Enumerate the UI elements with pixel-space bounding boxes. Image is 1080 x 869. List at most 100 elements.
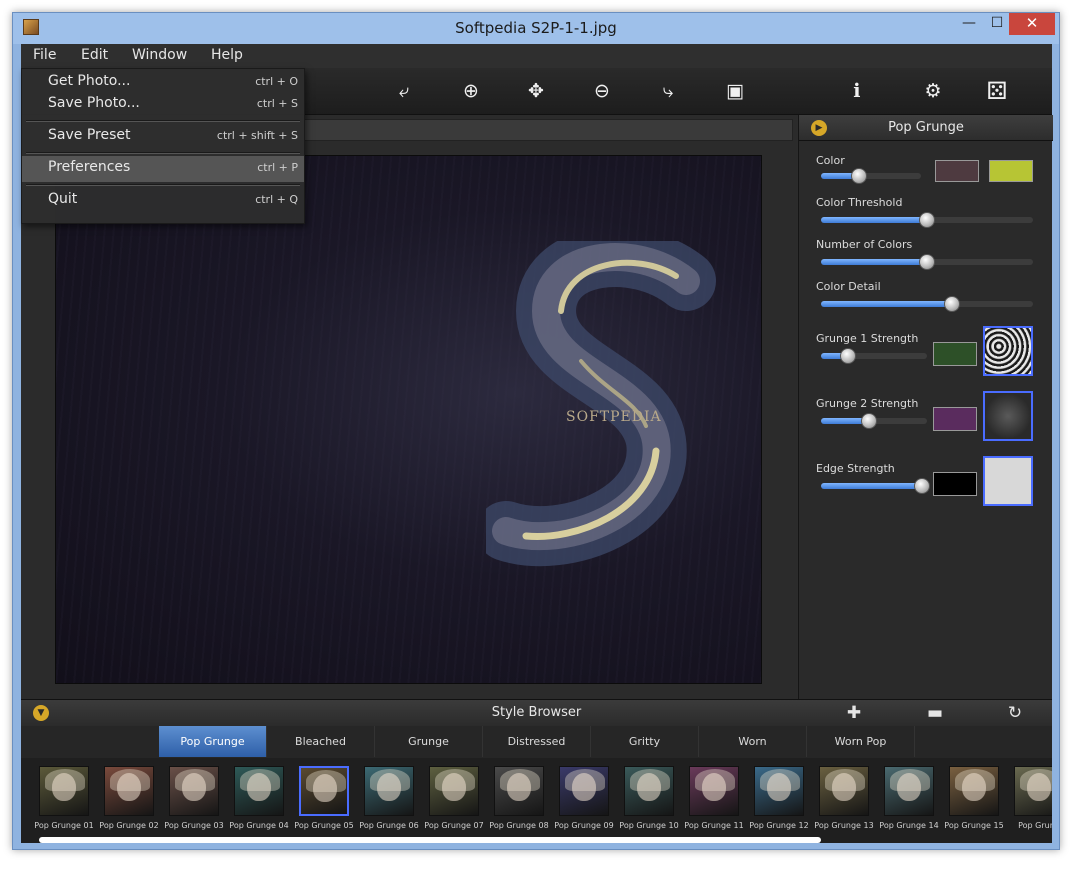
thumbnail-face (767, 773, 791, 801)
thumbnail-face (377, 773, 401, 801)
menu-file[interactable]: File (33, 47, 56, 63)
color-detail-slider[interactable] (821, 296, 1033, 312)
slider-knob[interactable] (944, 296, 960, 312)
style-thumbnail[interactable]: Pop Grunge 02 (99, 766, 159, 838)
style-thumbnail[interactable]: Pop Grunge 15 (944, 766, 1004, 838)
zoom-out-icon[interactable]: ⊖ (589, 78, 615, 104)
properties-title: Pop Grunge (888, 120, 964, 135)
zoom-in-icon[interactable]: ⊕ (458, 78, 484, 104)
style-thumbnail[interactable]: Pop Grunge 08 (489, 766, 549, 838)
color-swatch-1[interactable] (935, 160, 979, 182)
slider-knob[interactable] (861, 413, 877, 429)
color-swatch-2[interactable] (989, 160, 1033, 182)
thumbnail-label: Pop Grunge 11 (684, 821, 744, 830)
photo-preview[interactable]: SOFTPEDIA (55, 155, 762, 684)
thumbnail-label: Pop Grunge 07 (424, 821, 484, 830)
add-style-icon[interactable]: ✚ (844, 703, 864, 723)
slider-knob[interactable] (851, 168, 867, 184)
tab-worn[interactable]: Worn (699, 726, 807, 757)
move-icon[interactable]: ✥ (523, 78, 549, 104)
slider-knob[interactable] (840, 348, 856, 364)
grunge-1-texture[interactable] (983, 326, 1033, 376)
thumbnail-label: Pop Grung (1018, 821, 1052, 830)
menu-item-label: Get Photo... (48, 73, 131, 89)
color-label: Color (816, 154, 845, 167)
tab-gritty[interactable]: Gritty (591, 726, 699, 757)
style-thumbnail[interactable]: Pop Grunge 01 (34, 766, 94, 838)
grunge-2-texture[interactable] (983, 391, 1033, 441)
thumbnail-scrollbar[interactable] (39, 837, 821, 843)
style-thumbnail[interactable]: Pop Grunge 14 (879, 766, 939, 838)
slider-knob[interactable] (919, 254, 935, 270)
randomize-dice-icon[interactable]: ⚄ (984, 78, 1010, 104)
menu-separator (26, 152, 300, 154)
remove-style-icon[interactable]: ▬ (925, 703, 945, 723)
style-thumbnail[interactable]: Pop Grunge 13 (814, 766, 874, 838)
style-thumbnail[interactable]: Pop Grunge 11 (684, 766, 744, 838)
tab-bleached[interactable]: Bleached (267, 726, 375, 757)
thumbnail-image (754, 766, 804, 816)
style-thumbnail[interactable]: Pop Grunge 07 (424, 766, 484, 838)
menu-item-preferences[interactable]: Preferences ctrl + P (22, 156, 304, 182)
menu-window[interactable]: Window (132, 47, 187, 63)
minimize-button[interactable]: — (957, 13, 981, 35)
file-menu-dropdown: Get Photo... ctrl + O Save Photo... ctrl… (21, 68, 305, 224)
color-detail-label: Color Detail (816, 280, 881, 293)
edge-texture[interactable] (983, 456, 1033, 506)
edge-strength-slider[interactable] (821, 478, 930, 494)
photo-s-shape (486, 241, 716, 567)
properties-header: ▶ Pop Grunge (799, 115, 1053, 141)
thumbnail-image (1014, 766, 1052, 816)
grunge-2-color-swatch[interactable] (933, 407, 977, 431)
thumbnail-image (624, 766, 674, 816)
number-of-colors-slider[interactable] (821, 254, 1033, 270)
style-thumbnail[interactable]: Pop Grunge 05 (294, 766, 354, 838)
fit-image-icon[interactable]: ▣ (722, 78, 748, 104)
style-thumbnail[interactable]: Pop Grunge 04 (229, 766, 289, 838)
tab-worn-pop[interactable]: Worn Pop (807, 726, 915, 757)
thumbnail-image (689, 766, 739, 816)
style-thumbnail[interactable]: Pop Grunge 10 (619, 766, 679, 838)
thumbnail-face (247, 773, 271, 801)
menu-item-save-preset[interactable]: Save Preset ctrl + shift + S (22, 124, 304, 150)
style-thumbnail[interactable]: Pop Grunge 12 (749, 766, 809, 838)
thumbnail-image (494, 766, 544, 816)
tab-distressed[interactable]: Distressed (483, 726, 591, 757)
menu-edit[interactable]: Edit (81, 47, 108, 63)
menu-item-quit[interactable]: Quit ctrl + Q (22, 188, 304, 214)
slider-knob[interactable] (914, 478, 930, 494)
thumbnail-face (1027, 773, 1051, 801)
color-threshold-slider[interactable] (821, 212, 1033, 228)
slider-knob[interactable] (919, 212, 935, 228)
grunge-2-strength-slider[interactable] (821, 413, 927, 429)
tab-pop-grunge[interactable]: Pop Grunge (159, 726, 267, 757)
menu-item-shortcut: ctrl + P (257, 161, 298, 174)
rotate-right-icon[interactable]: ⤷ (655, 78, 681, 104)
style-thumbnail[interactable]: Pop Grung (1010, 766, 1052, 838)
grunge-1-color-swatch[interactable] (933, 342, 977, 366)
title-bar[interactable]: Softpedia S2P-1-1.jpg — ☐ ✕ (13, 13, 1059, 44)
thumbnail-label: Pop Grunge 09 (554, 821, 614, 830)
menu-item-shortcut: ctrl + shift + S (216, 129, 298, 142)
tab-grunge[interactable]: Grunge (375, 726, 483, 757)
thumbnail-label: Pop Grunge 12 (749, 821, 809, 830)
menu-help[interactable]: Help (211, 47, 243, 63)
menu-item-label: Preferences (48, 159, 131, 175)
thumbnail-label: Pop Grunge 01 (34, 821, 94, 830)
rotate-left-icon[interactable]: ⤶ (391, 78, 417, 104)
thumbnail-face (117, 773, 141, 801)
style-thumbnail[interactable]: Pop Grunge 03 (164, 766, 224, 838)
info-icon[interactable]: ℹ (844, 78, 870, 104)
thumbnail-face (313, 774, 337, 802)
settings-icon[interactable]: ⚙ (920, 78, 946, 104)
edge-color-swatch[interactable] (933, 472, 977, 496)
style-thumbnail[interactable]: Pop Grunge 09 (554, 766, 614, 838)
close-button[interactable]: ✕ (1009, 13, 1055, 35)
menu-item-save-photo[interactable]: Save Photo... ctrl + S (22, 92, 304, 118)
thumbnail-face (832, 773, 856, 801)
reset-style-icon[interactable]: ↻ (1005, 703, 1025, 723)
maximize-button[interactable]: ☐ (985, 13, 1009, 35)
grunge-1-strength-slider[interactable] (821, 348, 927, 364)
style-thumbnail[interactable]: Pop Grunge 06 (359, 766, 419, 838)
color-slider[interactable] (821, 168, 921, 184)
